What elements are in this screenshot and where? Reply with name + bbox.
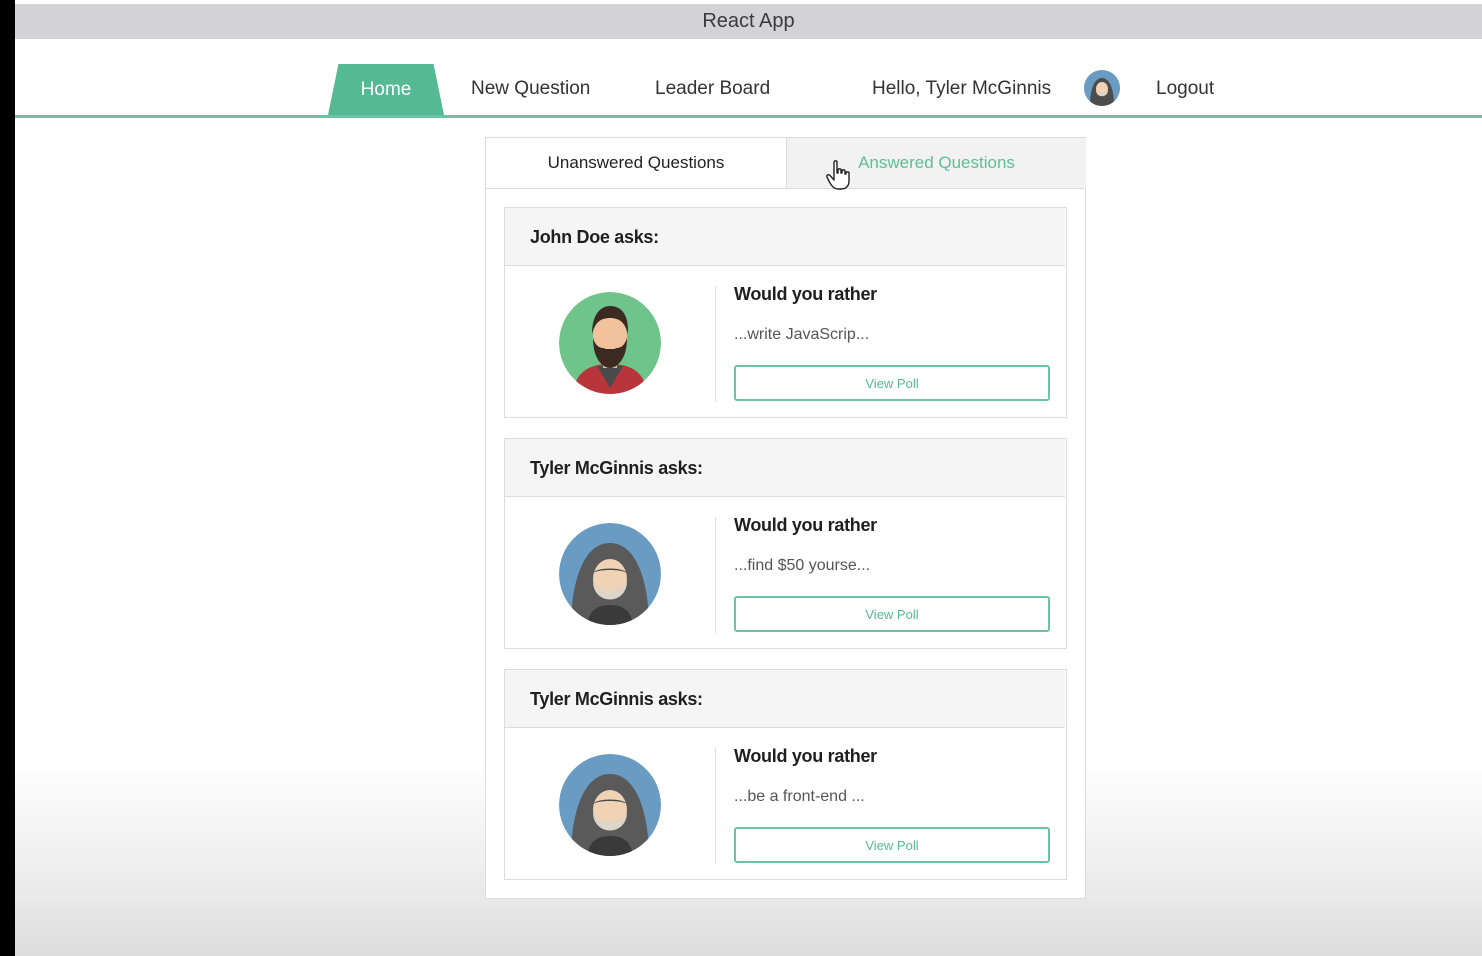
left-edge-bar xyxy=(0,0,15,956)
question-author: Tyler McGinnis asks: xyxy=(505,670,1065,728)
nav-leader-board[interactable]: Leader Board xyxy=(655,78,770,100)
nav-home-tab[interactable]: Home xyxy=(328,64,444,115)
question-author: John Doe asks: xyxy=(505,208,1065,266)
question-card: Tyler McGinnis asks: Would you rather ..… xyxy=(504,669,1067,880)
question-heading: Would you rather xyxy=(734,284,877,304)
view-poll-button[interactable]: View Poll xyxy=(734,365,1050,401)
question-snippet: ...find $50 yourse... xyxy=(734,557,871,574)
bearded-man-avatar-icon xyxy=(559,292,661,394)
question-snippet: ...be a front-end ... xyxy=(734,788,865,805)
hooded-man-avatar-icon xyxy=(559,523,661,625)
questions-panel: Unanswered Questions Answered Questions … xyxy=(485,137,1086,899)
user-avatar-icon xyxy=(1084,70,1120,106)
card-divider xyxy=(715,517,716,633)
hooded-man-avatar-icon xyxy=(559,754,661,856)
question-card: John Doe asks: Would you rather ...write… xyxy=(504,207,1067,418)
hand-cursor-icon xyxy=(826,160,852,190)
nav-greeting: Hello, Tyler McGinnis xyxy=(872,78,1052,99)
question-tabs: Unanswered Questions Answered Questions xyxy=(486,138,1086,189)
card-divider xyxy=(715,286,716,402)
question-snippet: ...write JavaScrip... xyxy=(734,326,870,343)
view-poll-button[interactable]: View Poll xyxy=(734,596,1050,632)
nav-new-question[interactable]: New Question xyxy=(471,78,590,100)
nav-logout[interactable]: Logout xyxy=(1156,78,1214,100)
tab-unanswered-questions[interactable]: Unanswered Questions xyxy=(486,138,786,188)
question-card: Tyler McGinnis asks: Would you rather ..… xyxy=(504,438,1067,649)
question-heading: Would you rather xyxy=(734,515,877,535)
question-author: Tyler McGinnis asks: xyxy=(505,439,1065,497)
question-heading: Would you rather xyxy=(734,746,877,766)
card-divider xyxy=(715,748,716,864)
nav-underline xyxy=(15,115,1482,118)
window-title: React App xyxy=(15,4,1482,39)
view-poll-button[interactable]: View Poll xyxy=(734,827,1050,863)
